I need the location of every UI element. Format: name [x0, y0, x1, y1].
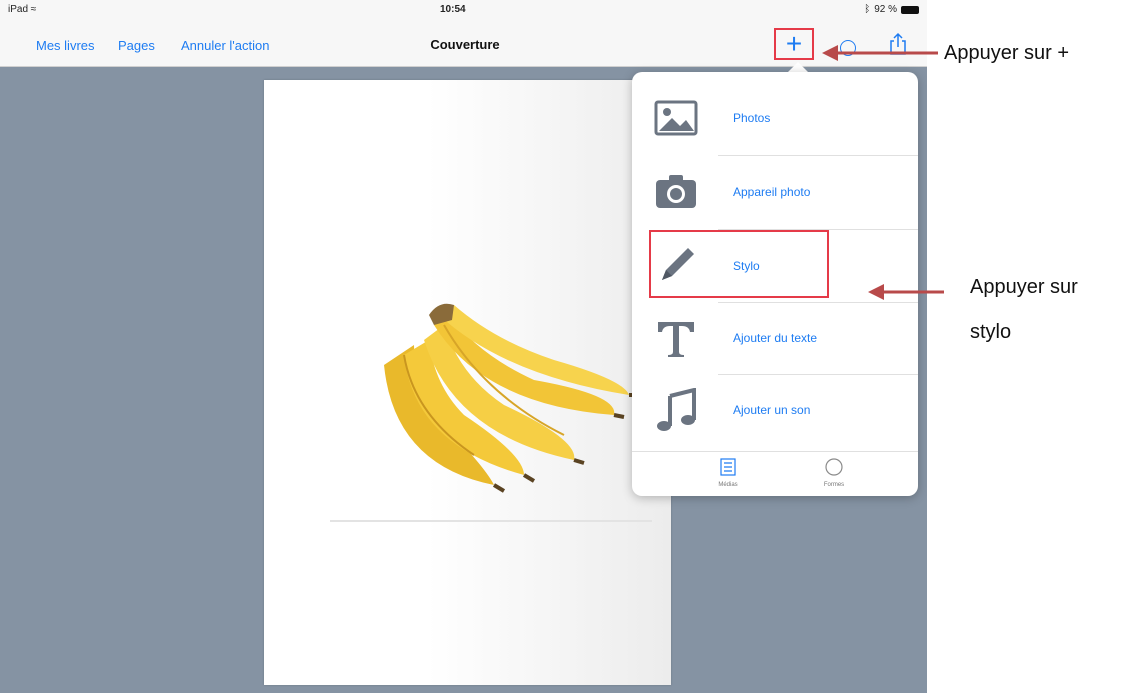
status-time: 10:54 [440, 4, 466, 15]
menu-item-sound[interactable]: Ajouter un son [632, 374, 918, 446]
tab-label-media: Médias [718, 482, 738, 488]
menu-tab-bar: Médias Formes [632, 451, 918, 496]
music-note-icon [652, 387, 700, 432]
annuler-action-link[interactable]: Annuler l'action [181, 38, 269, 53]
book-page[interactable] [264, 80, 671, 685]
mes-livres-link[interactable]: Mes livres [36, 38, 95, 53]
menu-label-photos: Photos [733, 111, 771, 125]
stylo-highlight-box [649, 230, 829, 298]
menu-label-camera: Appareil photo [733, 185, 811, 199]
status-bar: iPad ≈ 10:54 ᛒ 92 % [0, 0, 927, 20]
camera-icon [652, 170, 700, 214]
banana-image[interactable] [374, 295, 674, 500]
menu-item-camera[interactable]: Appareil photo [632, 156, 918, 228]
status-right: ᛒ 92 % [864, 4, 919, 15]
battery-percent: 92 % [874, 4, 897, 15]
plus-icon: + [785, 28, 803, 59]
status-device: iPad ≈ [8, 4, 36, 15]
page-title: Couverture [430, 37, 500, 52]
media-tab-icon [720, 458, 736, 476]
tab-media[interactable]: Médias [698, 458, 758, 488]
bluetooth-icon: ᛒ [864, 4, 871, 15]
menu-item-photos[interactable]: Photos [632, 82, 918, 154]
navigation-bar: Mes livres Pages Annuler l'action Couver… [0, 20, 927, 67]
pages-link[interactable]: Pages [118, 38, 155, 53]
menu-label-sound: Ajouter un son [733, 403, 811, 417]
menu-caret [788, 62, 808, 72]
wifi-icon: ≈ [30, 4, 37, 15]
page-divider [330, 520, 652, 522]
ipad-screen: iPad ≈ 10:54 ᛒ 92 % Mes livres Pages Ann… [0, 0, 927, 693]
annotation-stylo-line2: stylo [970, 321, 1012, 343]
annotation-plus: Appuyer sur + [944, 42, 1070, 64]
tab-label-shapes: Formes [823, 482, 845, 488]
menu-item-text[interactable]: Ajouter du texte [632, 302, 918, 374]
tab-shapes[interactable]: Formes [804, 458, 864, 488]
annotation-stylo-line1: Appuyer sur [970, 276, 1078, 298]
photos-icon [652, 96, 700, 140]
shapes-tab-icon [825, 458, 843, 476]
add-button[interactable]: + [774, 28, 814, 60]
device-label: iPad [8, 4, 29, 15]
banana-picture [384, 303, 639, 493]
text-icon [652, 316, 700, 360]
menu-label-text: Ajouter du texte [733, 331, 818, 345]
battery-icon [901, 5, 919, 14]
arrow-to-plus-icon [822, 45, 938, 61]
arrow-to-stylo-icon [868, 284, 944, 300]
